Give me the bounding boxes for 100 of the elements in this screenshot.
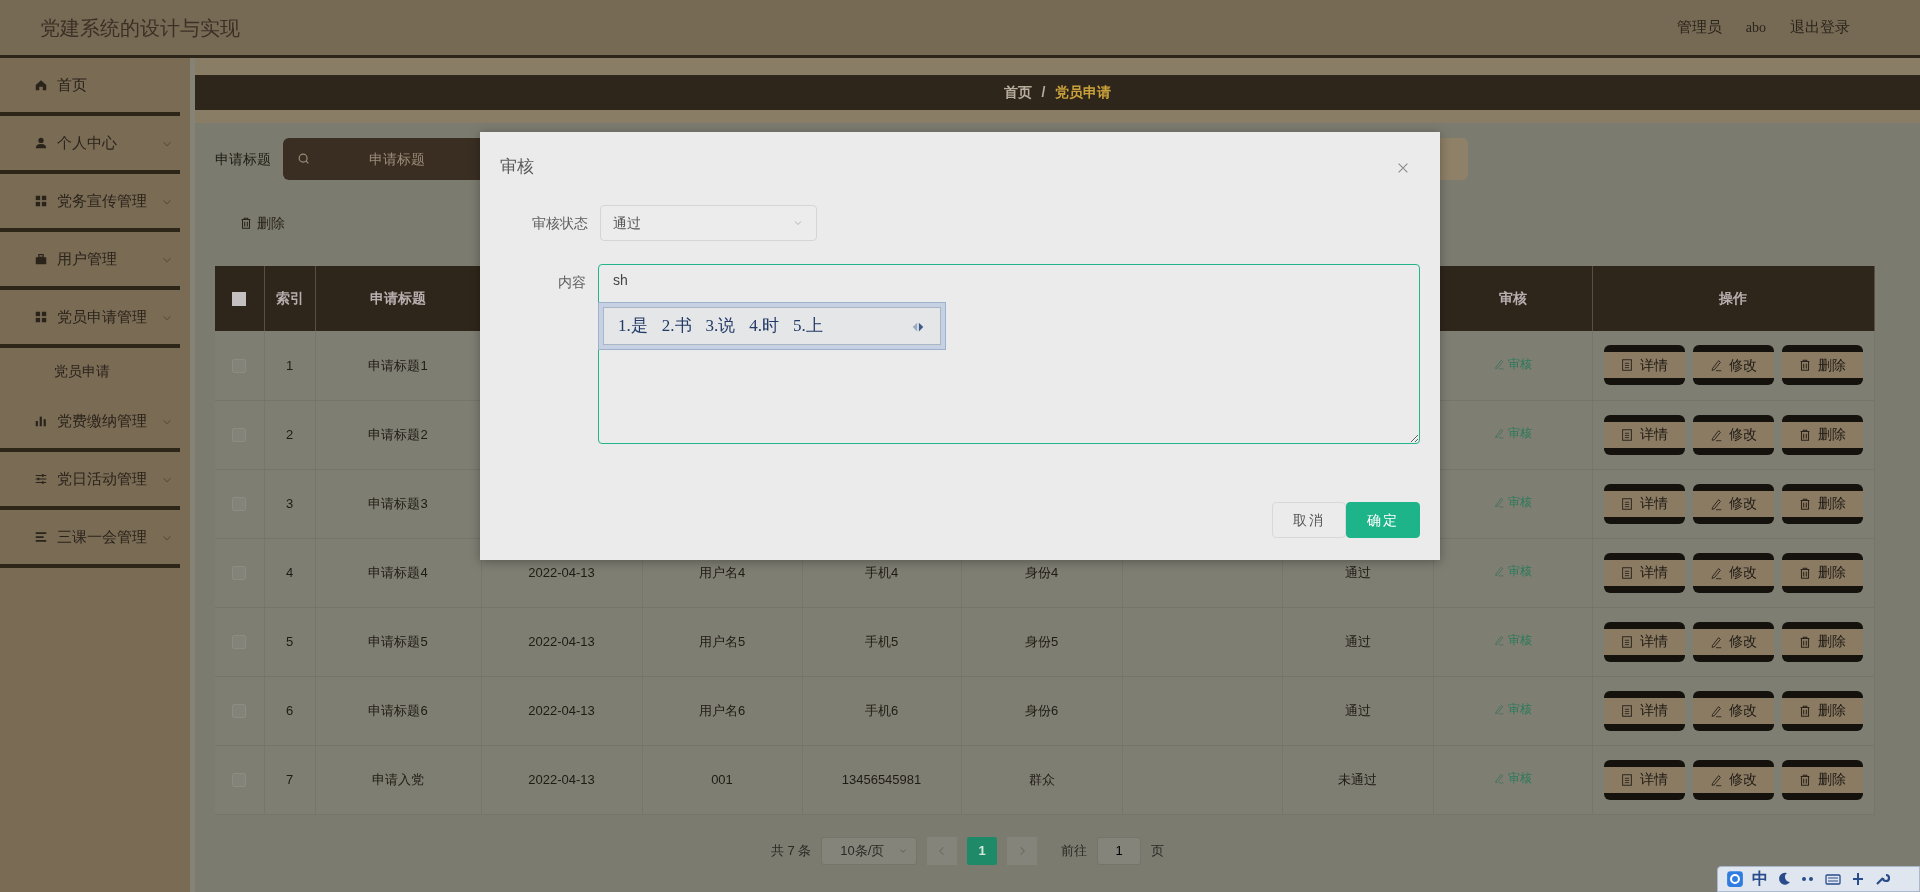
pencil-icon <box>1493 634 1505 647</box>
details-button[interactable]: 详情 <box>1603 345 1685 386</box>
page-button[interactable]: 1 <box>967 836 998 865</box>
pencil-icon <box>1709 703 1723 718</box>
moon-icon[interactable] <box>1776 871 1792 887</box>
candidate-item[interactable]: 4.时 <box>749 313 779 339</box>
edit-button[interactable]: 修改 <box>1692 414 1774 455</box>
trash-icon <box>1798 565 1812 580</box>
trash-icon <box>239 216 253 230</box>
goto-page-field[interactable]: 1 <box>1097 836 1142 865</box>
page-size-select[interactable]: 10条/页 <box>821 836 918 865</box>
sidebar-item[interactable]: 三课一会管理 <box>0 510 180 568</box>
app-title: 党建系统的设计与实现 <box>40 15 240 41</box>
keyboard-icon[interactable] <box>1824 871 1842 887</box>
edit-button[interactable]: 修改 <box>1692 759 1774 800</box>
table-cell: 通过 <box>1344 564 1371 580</box>
sidebar-subitem[interactable]: 党员申请 <box>0 348 190 394</box>
delete-button[interactable]: 删除 <box>1781 759 1863 800</box>
candidate-item[interactable]: 5.上 <box>793 313 823 339</box>
pencil-icon <box>1709 772 1723 787</box>
edit-button[interactable]: 修改 <box>1692 621 1774 662</box>
goto-label: 前往 <box>1061 841 1088 860</box>
bar-chart-icon <box>34 414 48 428</box>
sidebar-item[interactable]: 党员申请管理 <box>0 290 180 348</box>
briefcase-icon <box>34 252 48 266</box>
delete-button[interactable]: 删除 <box>1781 621 1863 662</box>
details-button[interactable]: 详情 <box>1603 621 1685 662</box>
details-button[interactable]: 详情 <box>1603 414 1685 455</box>
trash-icon <box>1798 703 1812 718</box>
grid-icon <box>34 194 48 208</box>
trash-icon <box>1798 772 1812 787</box>
pencil-icon <box>1493 772 1505 785</box>
logout-link[interactable]: 退出登录 <box>1790 16 1850 39</box>
pencil-icon <box>1493 358 1505 370</box>
pencil-icon <box>1709 496 1723 511</box>
trash-icon <box>1798 358 1812 373</box>
table-cell: 身份4 <box>1024 564 1059 580</box>
delete-button[interactable]: 删除 <box>1781 690 1863 731</box>
pencil-icon <box>1493 427 1505 440</box>
delete-button[interactable]: 删除 <box>1781 414 1863 455</box>
sliders-icon <box>34 472 48 486</box>
breadcrumb-separator: / <box>1041 83 1046 102</box>
sidebar-item[interactable]: 首页 <box>0 58 180 116</box>
table-cell: 用户名4 <box>698 564 746 580</box>
search-label: 申请标题 <box>215 149 271 169</box>
table-cell: 5 <box>285 633 294 649</box>
table-cell: 2022-04-13 <box>528 702 595 718</box>
details-button[interactable]: 详情 <box>1603 690 1685 731</box>
sidebar-item[interactable]: 党费缴纳管理 <box>0 394 180 452</box>
cancel-button[interactable]: 取消 <box>1272 502 1346 538</box>
edit-button[interactable]: 修改 <box>1692 345 1774 386</box>
candidate-item[interactable]: 1.是 <box>618 313 648 339</box>
field-label: 内容 <box>557 273 587 292</box>
document-icon <box>1620 565 1634 580</box>
confirm-button[interactable]: 确定 <box>1346 502 1420 538</box>
pencil-icon <box>1709 427 1723 442</box>
delete-button[interactable]: 删除 <box>1781 483 1863 524</box>
table-cell: 13456545981 <box>841 771 922 787</box>
delete-button[interactable]: 删除 <box>1781 345 1863 386</box>
delete-button[interactable]: 删除 <box>1781 552 1863 593</box>
table-cell: 申请标题5 <box>368 633 428 649</box>
trash-icon <box>1798 634 1812 649</box>
table-cell: 申请标题6 <box>368 702 428 718</box>
table-cell: 001 <box>711 771 733 787</box>
details-button[interactable]: 详情 <box>1603 483 1685 524</box>
document-icon <box>1620 634 1634 649</box>
table-cell: 申请标题3 <box>368 495 428 511</box>
table-cell: 7 <box>285 771 294 787</box>
pencil-icon <box>1709 634 1723 649</box>
table-cell: 2 <box>285 426 294 442</box>
grid-icon <box>34 310 48 324</box>
table-cell: 通过 <box>1344 702 1371 718</box>
column-header: 操作 <box>1592 266 1874 331</box>
page-unit-label: 页 <box>1151 841 1165 860</box>
sidebar-item[interactable]: 党务宣传管理 <box>0 174 180 232</box>
breadcrumb-link[interactable]: 首页 <box>1003 82 1032 103</box>
input-method-logo-icon <box>1726 870 1744 888</box>
table-cell: 身份6 <box>1024 702 1059 718</box>
sidebar-item[interactable]: 党日活动管理 <box>0 452 180 510</box>
details-button[interactable]: 详情 <box>1603 759 1685 800</box>
column-header: 索引 <box>264 266 315 331</box>
select-all-checkbox[interactable] <box>232 292 247 307</box>
table-cell: 4 <box>285 564 294 580</box>
pencil-icon <box>1709 565 1723 580</box>
edit-button[interactable]: 修改 <box>1692 552 1774 593</box>
sidebar-item[interactable]: 用户管理 <box>0 232 180 290</box>
status-select[interactable]: 通过 <box>600 205 817 241</box>
candidate-item[interactable]: 3.说 <box>705 313 736 339</box>
input-mode-toggle[interactable]: 中 <box>1752 867 1768 891</box>
table-cell: 用户名5 <box>698 633 746 649</box>
edit-button[interactable]: 修改 <box>1692 690 1774 731</box>
table-cell: 2022-04-13 <box>528 564 595 580</box>
candidate-item[interactable]: 2.书 <box>661 313 692 339</box>
table-cell: 申请标题2 <box>368 426 428 442</box>
sidebar-item[interactable]: 个人中心 <box>0 116 180 174</box>
details-button[interactable]: 详情 <box>1603 552 1685 593</box>
delete-button[interactable]: 删除 <box>235 208 289 238</box>
edit-button[interactable]: 修改 <box>1692 483 1774 524</box>
document-icon <box>1620 772 1634 787</box>
table-cell: 1 <box>285 357 294 373</box>
